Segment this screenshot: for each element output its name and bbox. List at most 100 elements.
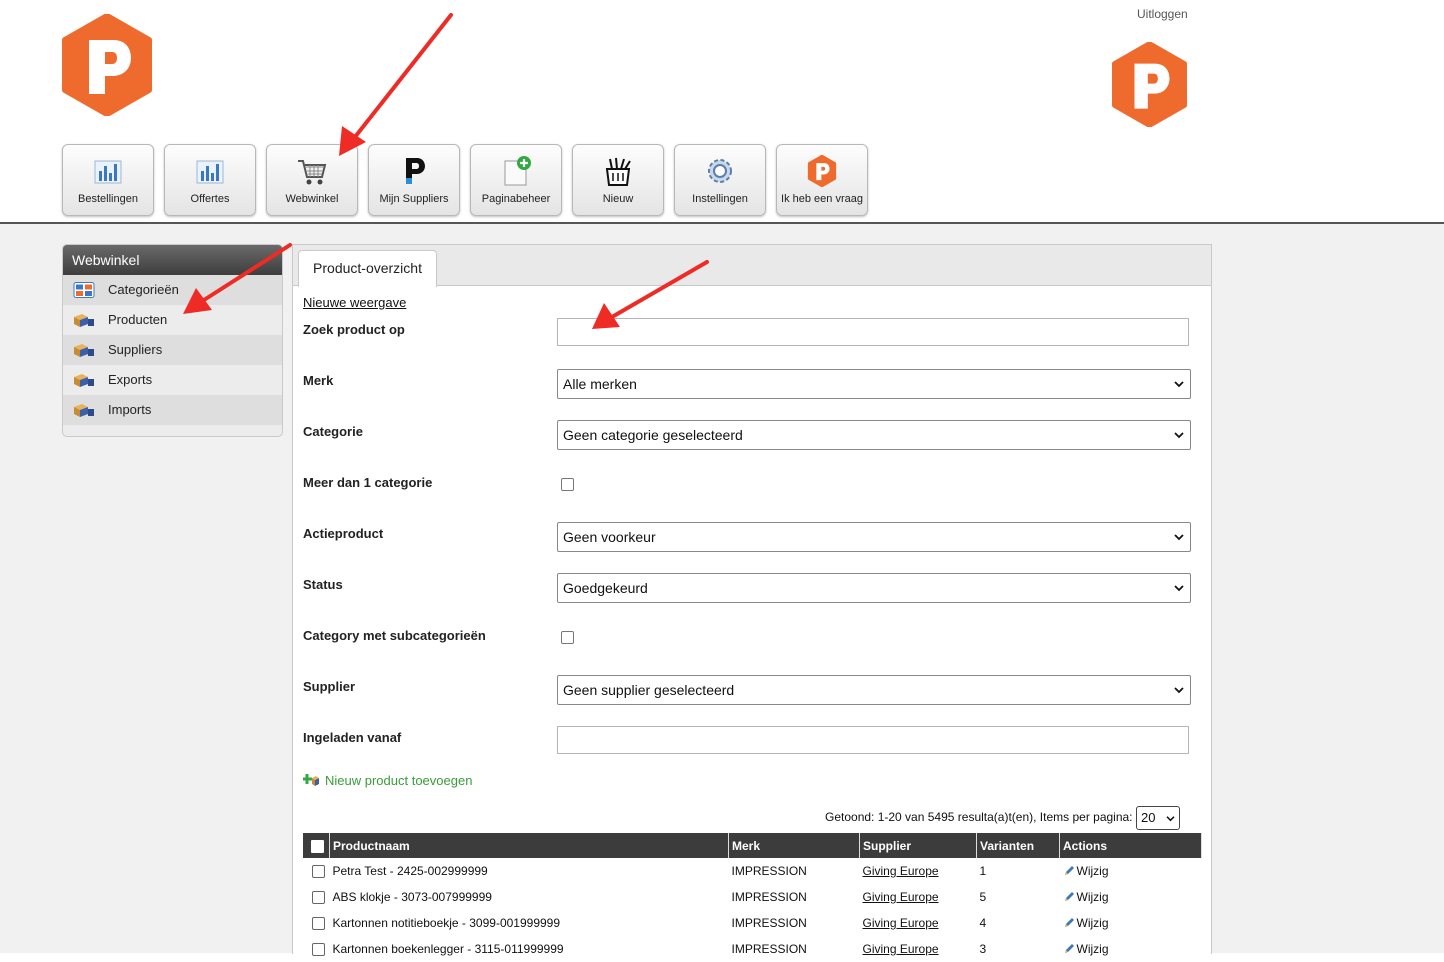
loaded-from-input[interactable] xyxy=(557,726,1189,754)
multi-category-label: Meer dan 1 categorie xyxy=(303,475,433,490)
column-header-varianten[interactable]: Varianten xyxy=(976,833,1060,858)
product-name: ABS klokje - 3073-007999999 xyxy=(332,890,492,904)
category-select[interactable]: Geen categorie geselecteerd xyxy=(557,420,1191,450)
supplier-label: Supplier xyxy=(303,679,356,694)
subcategory-label: Category met subcategorieën xyxy=(303,628,486,643)
toolbar-button-offertes[interactable]: Offertes xyxy=(164,144,256,216)
boxes-icon xyxy=(74,404,94,417)
multi-category-checkbox[interactable] xyxy=(561,478,574,491)
toolbar-button-bestellingen[interactable]: Bestellingen xyxy=(62,144,154,216)
row-checkbox[interactable] xyxy=(312,917,325,931)
sidebar: Webwinkel Categorieën Producten Supplier… xyxy=(62,244,283,437)
column-header-productnaam[interactable]: Productnaam xyxy=(329,833,729,858)
variant-count: 3 xyxy=(979,942,987,956)
edit-link[interactable]: Wijzig xyxy=(1063,864,1109,878)
supplier-link[interactable]: Giving Europe xyxy=(863,916,939,930)
product-brand: IMPRESSION xyxy=(731,864,807,878)
column-header-supplier[interactable]: Supplier xyxy=(859,833,977,858)
items-per-page-select[interactable]: 20 xyxy=(1136,806,1180,830)
subcategory-checkbox[interactable] xyxy=(561,631,574,644)
new-basket-icon xyxy=(605,157,631,186)
toolbar-button-ik-heb-een-vraag[interactable]: Ik heb een vraag xyxy=(776,144,868,216)
status-select-value: Goedgekeurd xyxy=(563,580,648,596)
brand-label: Merk xyxy=(303,373,334,388)
sidebar-item-producten[interactable]: Producten xyxy=(63,305,282,335)
supplier-link[interactable]: Giving Europe xyxy=(863,942,939,956)
toolbar-button-label: Nieuw xyxy=(602,193,634,205)
pencil-icon xyxy=(1064,892,1074,901)
toolbar-button-label: Mijn Suppliers xyxy=(379,193,449,205)
sidebar-item-imports[interactable]: Imports xyxy=(63,395,282,425)
pencil-icon xyxy=(1064,866,1074,875)
logout-link[interactable]: Uitloggen xyxy=(1137,7,1188,21)
status-select[interactable]: Goedgekeurd xyxy=(557,573,1191,603)
sidebar-item-label: Suppliers xyxy=(108,342,163,357)
column-header-actions: Actions xyxy=(1059,833,1202,858)
toolbar-button-label: Instellingen xyxy=(692,193,748,205)
pagination-info: Getoond: 1-20 van 5495 resulta(a)t(en), … xyxy=(825,810,1133,824)
supplier-link[interactable]: Giving Europe xyxy=(863,864,939,878)
categories-icon xyxy=(73,282,95,298)
toolbar-button-label: Bestellingen xyxy=(78,193,138,205)
toolbar-button-mijn-suppliers[interactable]: Mijn Suppliers xyxy=(368,144,460,216)
boxes-icon xyxy=(74,374,94,387)
variant-count: 1 xyxy=(979,864,987,878)
bar-chart-icon xyxy=(196,160,224,184)
toolbar-button-nieuw[interactable]: Nieuw xyxy=(572,144,664,216)
toolbar-button-label: Paginabeheer xyxy=(481,193,551,205)
product-overview-panel: Product-overzicht Nieuwe weergave Zoek p… xyxy=(292,244,1212,957)
supplier-link[interactable]: Giving Europe xyxy=(863,890,939,904)
add-product-icon xyxy=(303,774,319,786)
edit-label: Wijzig xyxy=(1076,890,1109,904)
category-select-value: Geen categorie geselecteerd xyxy=(563,427,743,443)
select-all-checkbox[interactable] xyxy=(311,839,324,853)
tab-product-overzicht[interactable]: Product-overzicht xyxy=(298,250,437,287)
gear-icon xyxy=(708,159,732,183)
boxes-icon xyxy=(74,314,94,327)
chevron-down-icon xyxy=(1166,816,1175,822)
sidebar-item-categorieen[interactable]: Categorieën xyxy=(63,275,282,305)
add-product-link[interactable]: Nieuw product toevoegen xyxy=(303,773,472,788)
new-view-link[interactable]: Nieuwe weergave xyxy=(303,295,406,310)
toolbar-button-webwinkel[interactable]: Webwinkel xyxy=(266,144,358,216)
promo-select[interactable]: Geen voorkeur xyxy=(557,522,1191,552)
status-label: Status xyxy=(303,577,343,592)
promo-label: Actieproduct xyxy=(303,526,384,541)
sidebar-item-exports[interactable]: Exports xyxy=(63,365,282,395)
toolbar-button-paginabeheer[interactable]: Paginabeheer xyxy=(470,144,562,216)
brand-logo-small xyxy=(1112,42,1187,127)
edit-link[interactable]: Wijzig xyxy=(1063,942,1109,956)
sidebar-item-label: Exports xyxy=(108,372,153,387)
column-header-merk[interactable]: Merk xyxy=(728,833,860,858)
table-row: ABS klokje - 3073-007999999 IMPRESSION G… xyxy=(303,884,1202,910)
sidebar-item-label: Categorieën xyxy=(108,282,179,297)
edit-link[interactable]: Wijzig xyxy=(1063,916,1109,930)
search-input[interactable] xyxy=(557,318,1189,346)
product-brand: IMPRESSION xyxy=(731,916,807,930)
chevron-down-icon xyxy=(1174,381,1184,388)
supplier-select[interactable]: Geen supplier geselecteerd xyxy=(557,675,1191,705)
variant-count: 4 xyxy=(979,916,987,930)
boxes-icon xyxy=(74,344,94,357)
sidebar-item-label: Producten xyxy=(108,312,168,327)
toolbar-button-label: Ik heb een vraag xyxy=(781,193,863,205)
chevron-down-icon xyxy=(1174,432,1184,439)
p-logo-icon xyxy=(406,158,425,184)
brand-select[interactable]: Alle merken xyxy=(557,369,1191,399)
row-checkbox[interactable] xyxy=(312,943,325,957)
edit-label: Wijzig xyxy=(1076,942,1109,956)
row-checkbox[interactable] xyxy=(312,865,325,879)
table-row: Kartonnen notitieboekje - 3099-001999999… xyxy=(303,910,1202,936)
toolbar-button-label: Webwinkel xyxy=(285,193,339,205)
search-label: Zoek product op xyxy=(303,322,405,337)
sidebar-item-suppliers[interactable]: Suppliers xyxy=(63,335,282,365)
table-header-row: Productnaam Merk Supplier Varianten Acti… xyxy=(303,833,1202,858)
brand-logo[interactable] xyxy=(61,14,153,116)
toolbar-button-instellingen[interactable]: Instellingen xyxy=(674,144,766,216)
p-logo-orange-icon xyxy=(807,155,837,187)
row-checkbox[interactable] xyxy=(312,891,325,905)
add-page-icon xyxy=(504,156,531,186)
edit-link[interactable]: Wijzig xyxy=(1063,890,1109,904)
products-table: Productnaam Merk Supplier Varianten Acti… xyxy=(303,833,1202,962)
pencil-icon xyxy=(1064,918,1074,927)
